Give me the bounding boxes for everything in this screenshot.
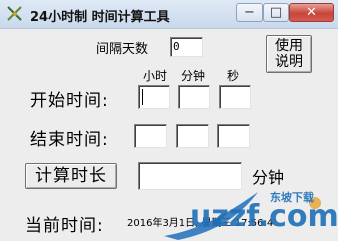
column-second-label: 秒 [227, 69, 240, 83]
help-button[interactable]: 使用 说明 [266, 35, 312, 73]
help-button-line1: 使用 [275, 38, 303, 54]
watermark-text: 东坡下载 [270, 191, 314, 204]
text-caret [142, 89, 143, 105]
interval-days-label: 间隔天数 [96, 42, 149, 57]
crossed-swords-icon [7, 6, 22, 21]
current-time-label: 当前时间: [25, 216, 104, 236]
duration-unit-label: 分钟 [252, 168, 285, 187]
start-time-label: 开始时间: [30, 91, 109, 111]
window-title: 24小时制 时间计算工具 [30, 10, 170, 25]
start-second-input[interactable] [219, 85, 251, 109]
help-button-line2: 说明 [275, 54, 303, 70]
calculate-duration-button[interactable]: 计算时长 [25, 163, 117, 189]
column-hour-label: 小时 [143, 69, 168, 83]
end-second-input[interactable] [217, 124, 250, 148]
interval-days-input[interactable]: 0 [170, 37, 203, 57]
close-button[interactable]: ✕ [289, 3, 334, 22]
start-hour-input[interactable] [138, 85, 170, 109]
minimize-button[interactable]: − [236, 3, 263, 22]
end-minute-input[interactable] [176, 124, 209, 148]
end-time-label: 结束时间: [30, 130, 109, 150]
start-minute-input[interactable] [178, 85, 210, 109]
column-minute-label: 分钟 [181, 69, 206, 83]
maximize-button[interactable]: □ [263, 3, 289, 22]
title-bar: 24小时制 时间计算工具 − □ ✕ [0, 0, 338, 29]
end-hour-input[interactable] [134, 124, 167, 148]
